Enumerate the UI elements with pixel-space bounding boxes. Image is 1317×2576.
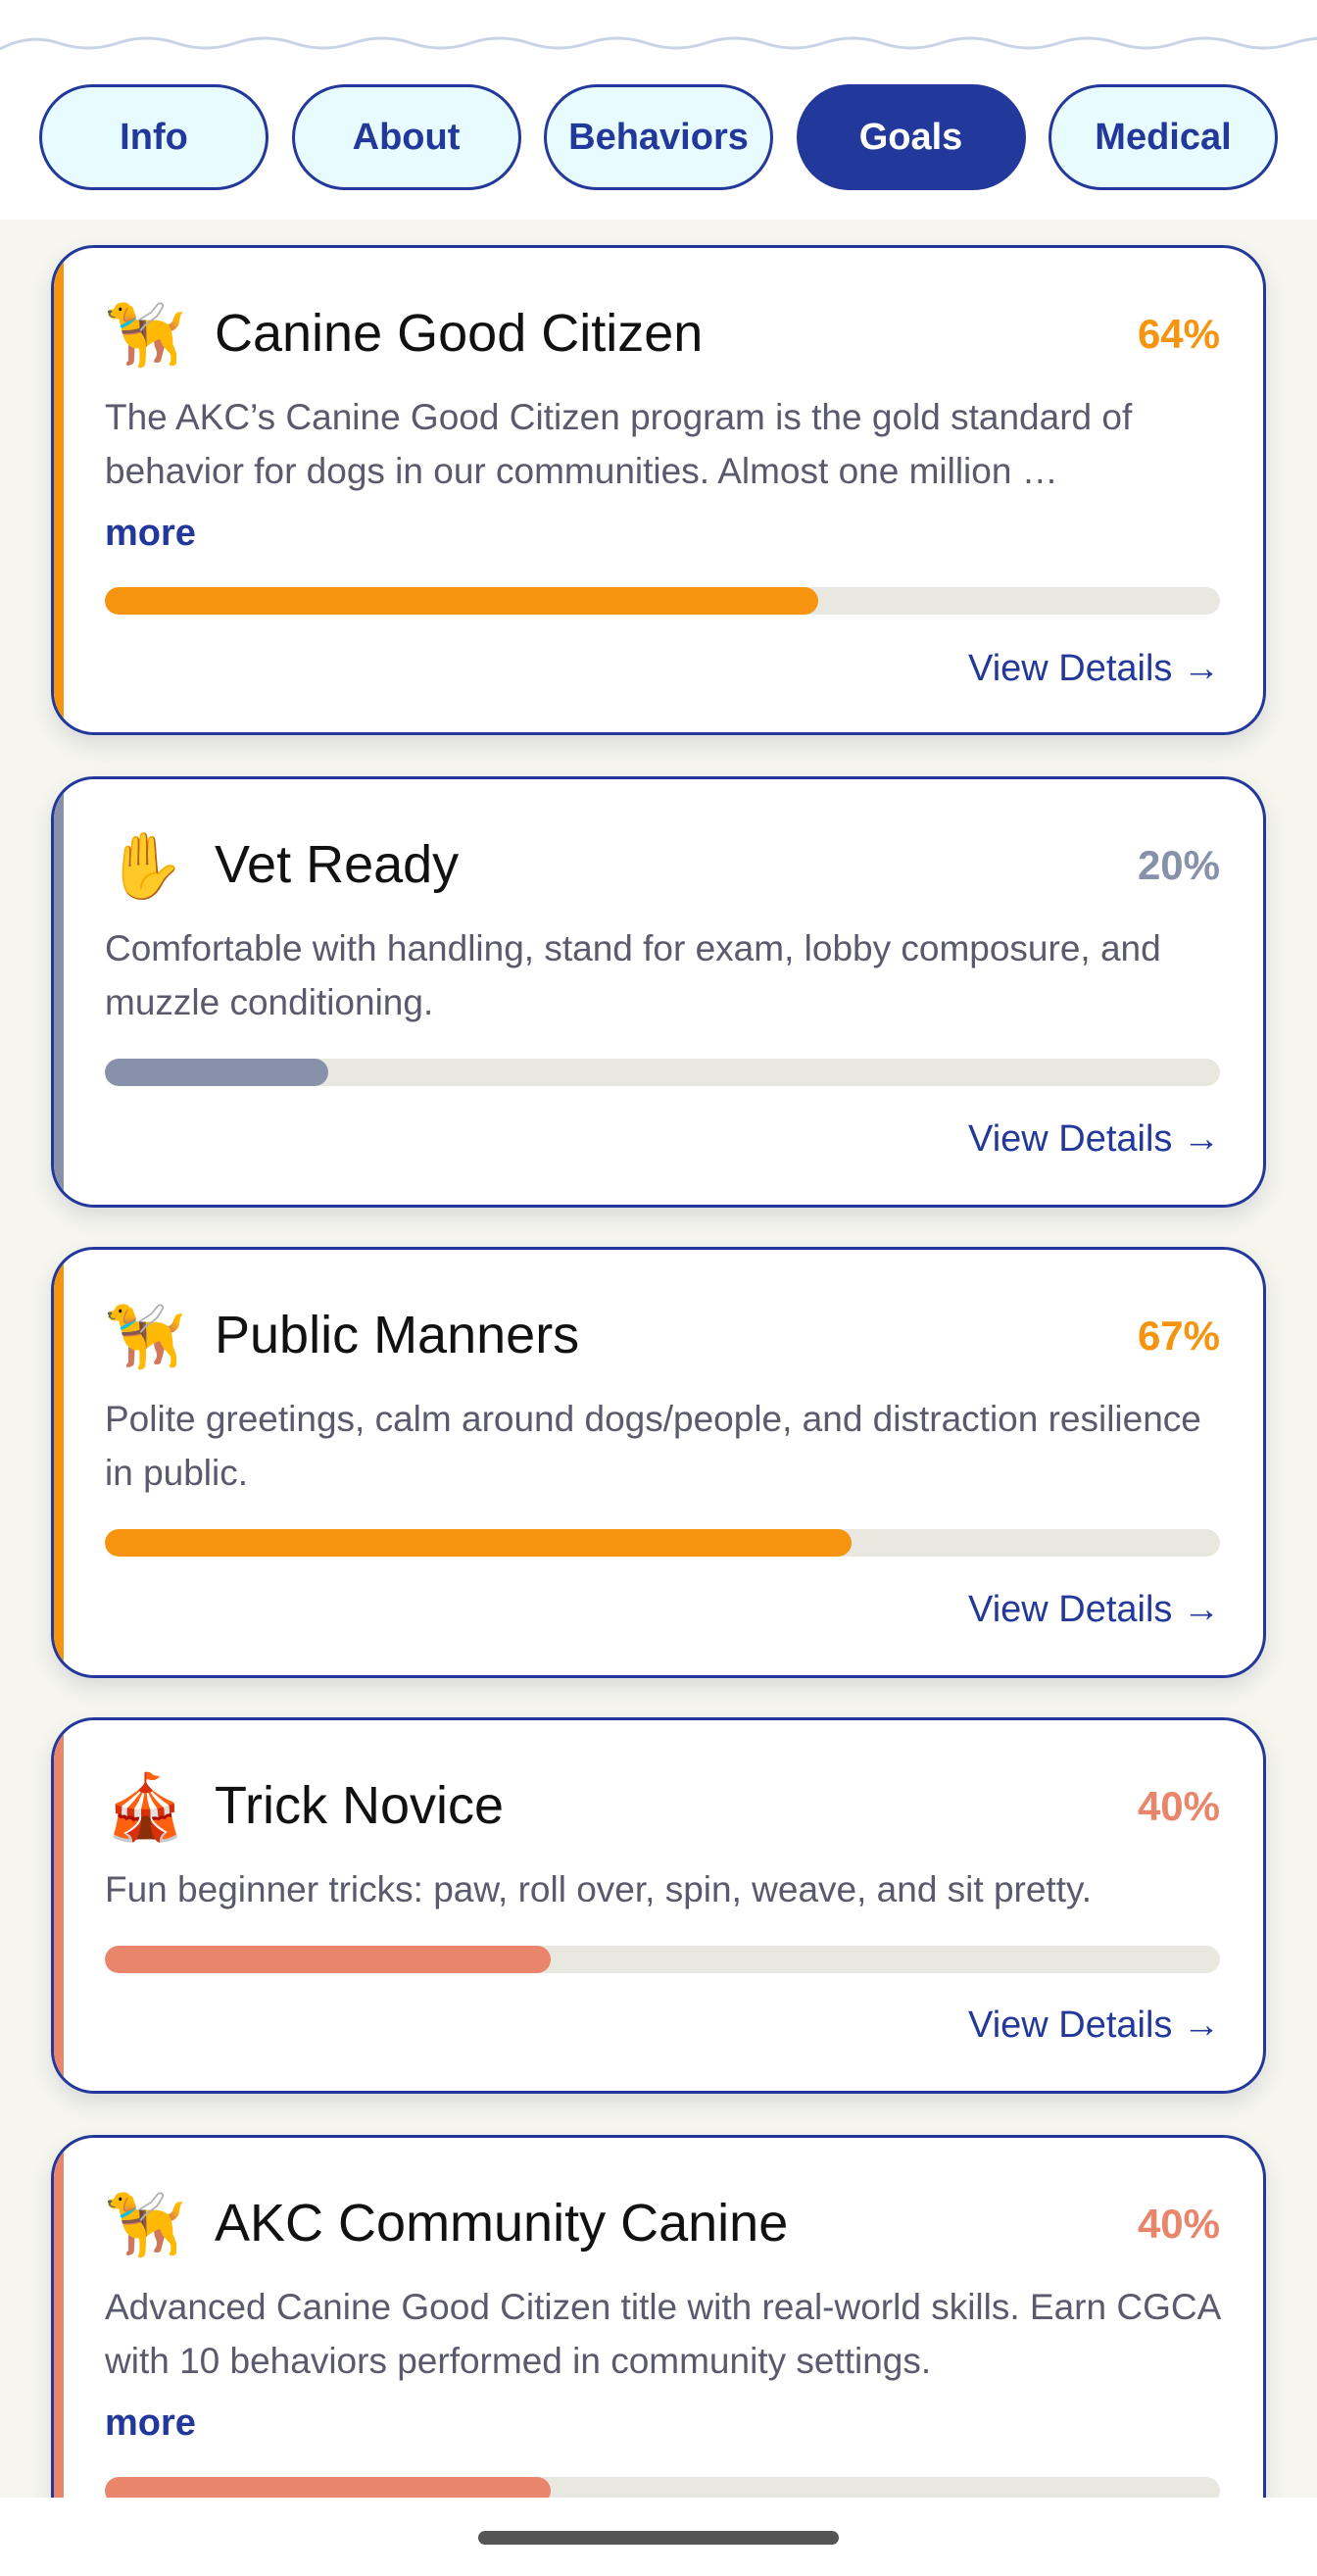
progress-fill xyxy=(105,1059,328,1086)
tab-about[interactable]: About xyxy=(291,84,521,190)
progress-fill xyxy=(105,1946,552,1973)
goal-accent-bar xyxy=(54,1250,64,1675)
tab-goals[interactable]: Goals xyxy=(796,84,1026,190)
home-indicator[interactable] xyxy=(478,2531,839,2545)
goal-percent: 40% xyxy=(1137,1783,1220,1829)
goal-title: Canine Good Citizen xyxy=(215,304,704,363)
progress-track xyxy=(105,1059,1220,1086)
raised-hand-icon: ✋ xyxy=(105,828,186,904)
goal-card[interactable]: 🦮 Public Manners 67% Polite greetings, c… xyxy=(51,1247,1266,1678)
goal-card[interactable]: 🦮 Canine Good Citizen 64% The AKC’s Cani… xyxy=(51,245,1266,735)
more-link[interactable]: more xyxy=(105,513,196,555)
progress-track xyxy=(105,587,1220,615)
view-details-link[interactable]: View Details → xyxy=(968,2005,1220,2047)
goal-title: Public Manners xyxy=(215,1306,580,1364)
goal-accent-bar xyxy=(54,2138,64,2544)
progress-fill xyxy=(105,1529,853,1557)
goal-description: Polite greetings, calm around dogs/peopl… xyxy=(105,1399,1201,1493)
goal-card[interactable]: 🎪 Trick Novice 40% Fun beginner tricks: … xyxy=(51,1717,1266,2094)
goal-card[interactable]: 🦮 AKC Community Canine 40% Advanced Cani… xyxy=(51,2135,1266,2547)
tab-bar: Info About Behaviors Goals Medical xyxy=(39,84,1278,194)
wave-divider xyxy=(0,36,1317,51)
progress-fill xyxy=(105,587,819,615)
goal-title: AKC Community Canine xyxy=(215,2194,789,2253)
progress-track xyxy=(105,1946,1220,1973)
tab-behaviors[interactable]: Behaviors xyxy=(544,84,773,190)
goal-title: Trick Novice xyxy=(215,1776,505,1835)
view-details-link[interactable]: View Details → xyxy=(968,648,1220,690)
more-link[interactable]: more xyxy=(105,2403,196,2445)
goal-title: Vet Ready xyxy=(215,835,460,894)
goal-accent-bar xyxy=(54,1720,64,2091)
goal-description: Comfortable with handling, stand for exa… xyxy=(105,928,1161,1022)
service-dog-icon: 🦮 xyxy=(105,297,186,372)
goal-description: Advanced Canine Good Citizen title with … xyxy=(105,2287,1220,2381)
tab-medical[interactable]: Medical xyxy=(1049,84,1278,190)
view-details-link[interactable]: View Details → xyxy=(968,1118,1220,1161)
top-bar: Info About Behaviors Goals Medical xyxy=(0,0,1317,220)
tab-info[interactable]: Info xyxy=(39,84,268,190)
progress-track xyxy=(105,1529,1220,1557)
goal-percent: 40% xyxy=(1137,2201,1220,2247)
goal-percent: 67% xyxy=(1137,1313,1220,1359)
goal-description: The AKC’s Canine Good Citizen program is… xyxy=(105,397,1133,491)
service-dog-icon: 🦮 xyxy=(105,2187,186,2262)
goal-card[interactable]: ✋ Vet Ready 20% Comfortable with handlin… xyxy=(51,776,1266,1208)
circus-tent-icon: 🎪 xyxy=(105,1769,186,1845)
goal-percent: 20% xyxy=(1137,842,1220,888)
service-dog-icon: 🦮 xyxy=(105,1299,186,1374)
goal-description: Fun beginner tricks: paw, roll over, spi… xyxy=(105,1869,1093,1909)
goal-accent-bar xyxy=(54,248,64,732)
view-details-link[interactable]: View Details → xyxy=(968,1589,1220,1631)
goal-accent-bar xyxy=(54,779,64,1205)
goal-percent: 64% xyxy=(1137,311,1220,357)
